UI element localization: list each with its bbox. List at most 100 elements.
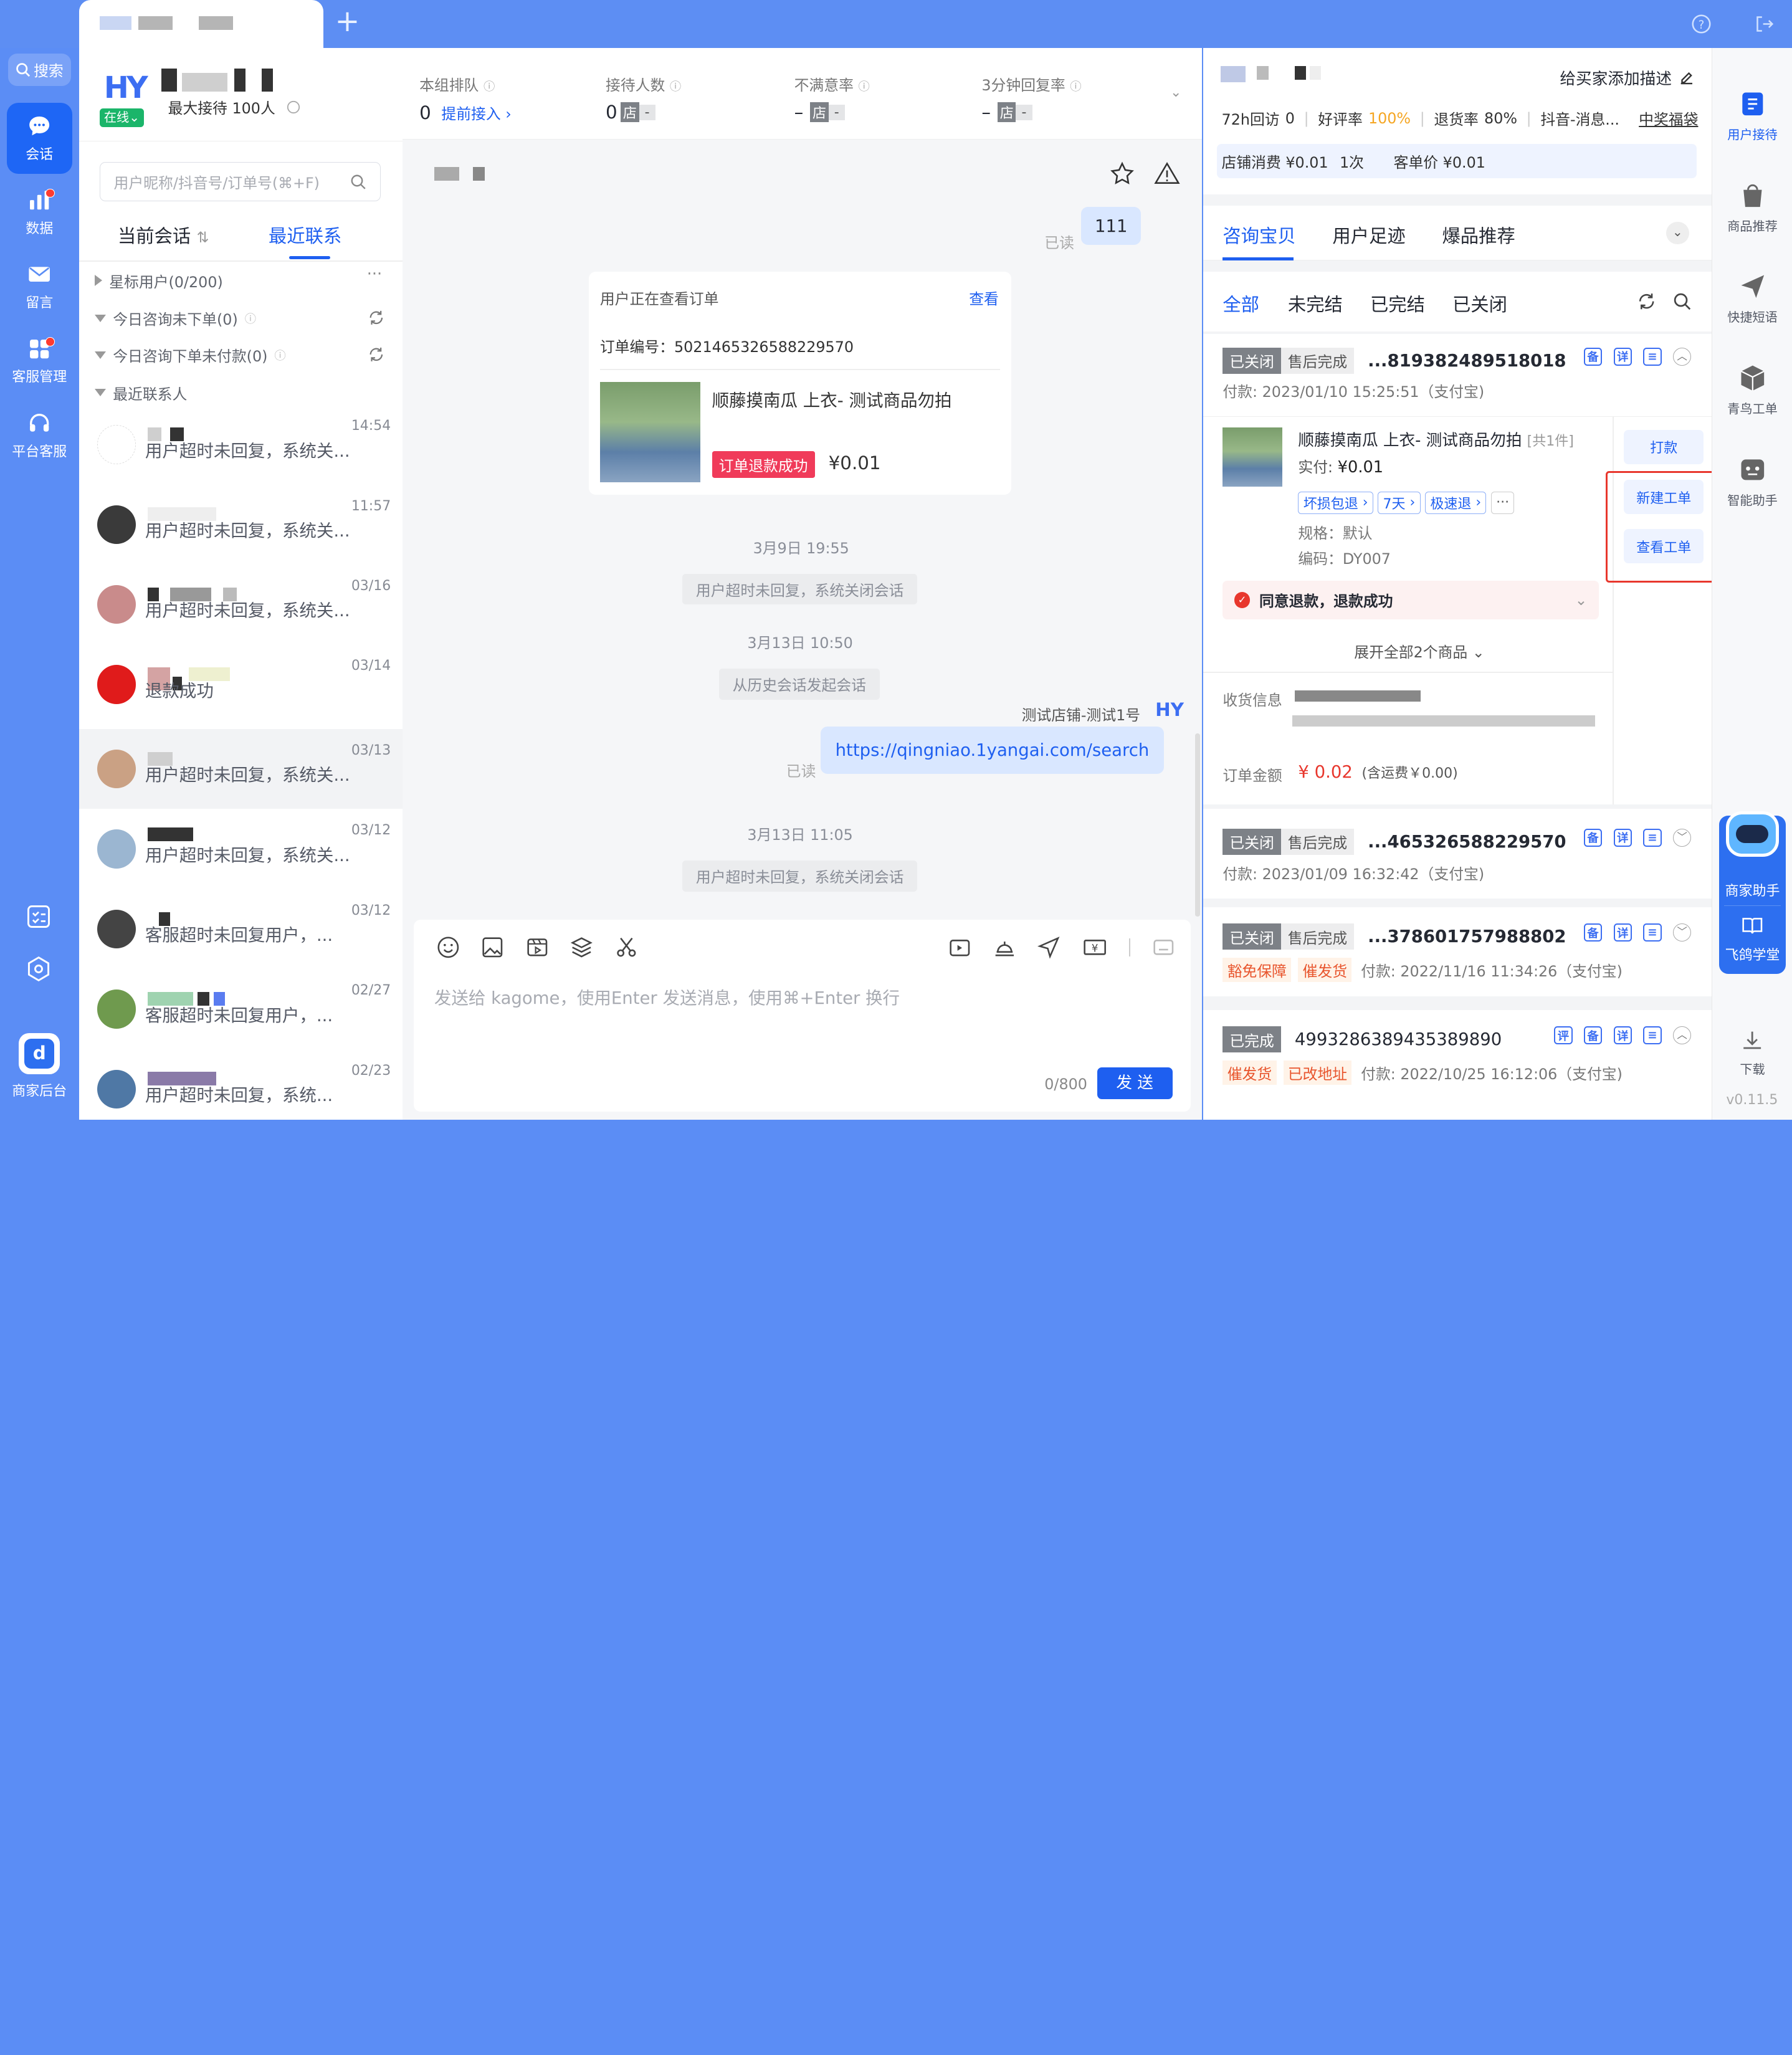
chat-scrollbar[interactable] [1195, 733, 1200, 917]
filter-all[interactable]: 全部 [1222, 290, 1259, 317]
group-no-order[interactable]: 今日咨询未下单(0) ⓘ [95, 307, 256, 329]
add-tab-button[interactable]: + [334, 6, 361, 37]
search-button[interactable]: 搜索 [7, 54, 71, 86]
conversation-item[interactable]: 14:54 用户超时未回复，系统关... [79, 404, 403, 484]
lucky-bag-link[interactable]: 中奖福袋 [1639, 107, 1698, 129]
pay-button[interactable]: 打款 [1624, 429, 1704, 464]
merchant-backend-button[interactable]: d 商家后台 [0, 1032, 79, 1100]
advance-connect-link[interactable]: 提前接入 [441, 105, 500, 123]
download-button[interactable]: 下载 [1712, 1029, 1792, 1078]
online-status-badge[interactable]: 在线⌄ [99, 108, 145, 127]
search-input[interactable]: 用户昵称/抖音号/订单号(⌘+F) [114, 171, 320, 193]
order-card[interactable]: 已关闭 售后完成 ...378601757988802 备详 ≡ ﹀ 豁免保障 催发… [1203, 907, 1712, 997]
star-icon[interactable] [1108, 160, 1136, 188]
tool-user-reception[interactable]: 用户接待 [1712, 89, 1792, 143]
tab-recent-contacts[interactable]: 最近联系 [269, 222, 341, 248]
chevron-down-icon[interactable]: ﹀ [1672, 923, 1692, 942]
nav-session[interactable]: 会话 [7, 103, 72, 174]
expand-products-button[interactable]: 展开全部2个商品 ⌄ [1354, 640, 1485, 662]
chevron-down-icon[interactable]: ﹀ [1672, 828, 1692, 847]
tool-product-recommend[interactable]: 商品推荐 [1712, 181, 1792, 234]
detail-icon[interactable]: 详 [1613, 1026, 1632, 1045]
note-icon[interactable]: 备 [1583, 923, 1603, 942]
tag-damage-refund[interactable]: 坏损包退 › [1298, 491, 1373, 515]
filter-closed[interactable]: 已关闭 [1452, 290, 1507, 317]
tab-consult-product[interactable]: 咨询宝贝 [1222, 222, 1295, 248]
list-icon[interactable]: ≡ [1643, 923, 1662, 942]
conversation-item[interactable]: 03/12 用户超时未回复，系统关... [79, 809, 403, 889]
help-icon[interactable]: ? [1691, 14, 1712, 34]
view-ticket-button[interactable]: 查看工单 [1624, 529, 1704, 564]
order-card[interactable]: 已关闭 售后完成 ...465326588229570 备详 ≡ ﹀ 付款: 202… [1203, 809, 1712, 899]
detail-icon[interactable]: 详 [1613, 347, 1632, 366]
note-icon[interactable]: 备 [1583, 1026, 1603, 1045]
refund-status-bar[interactable]: ✓ 同意退款，退款成功 ⌄ [1222, 580, 1599, 619]
tag-7days[interactable]: 7天 › [1378, 491, 1421, 515]
send-plane-icon[interactable] [1037, 936, 1060, 959]
group-unpaid[interactable]: 今日咨询下单未付款(0) ⓘ [95, 344, 286, 366]
add-description-button[interactable]: 给买家添加描述 [1560, 66, 1694, 89]
note-icon[interactable]: 备 [1583, 347, 1603, 366]
message-input[interactable]: 发送给 kagome，使用Enter 发送消息，使用⌘+Enter 换行 [434, 984, 900, 1009]
link-message[interactable]: https://qingniao.1yangai.com/search [820, 727, 1165, 775]
video-card-icon[interactable] [948, 936, 971, 959]
order-view-link[interactable]: 查看 [969, 287, 999, 308]
nav-cs-manage[interactable]: 客服管理 [0, 326, 79, 397]
nav-data[interactable]: 数据 [0, 177, 79, 248]
nav-message[interactable]: 留言 [0, 251, 79, 322]
tag-fast-refund[interactable]: 极速退 › [1424, 491, 1487, 515]
active-window-tab[interactable] [79, 0, 323, 49]
nav-platform-cs[interactable]: 平台客服 [0, 400, 79, 471]
list-icon[interactable]: ≡ [1643, 347, 1662, 366]
conversation-item-selected[interactable]: 03/13 用户超时未回复，系统关... [79, 729, 403, 809]
logout-icon[interactable] [1754, 14, 1775, 34]
assistant-widget[interactable]: 商家助手 飞鸽学堂 [1719, 811, 1786, 974]
service-bell-icon[interactable] [993, 936, 1016, 959]
chevron-down-icon[interactable]: ⌄ [1170, 85, 1181, 100]
tab-hot-products[interactable]: 爆品推荐 [1442, 222, 1515, 248]
new-ticket-button[interactable]: 新建工单 [1624, 480, 1704, 515]
conversation-item[interactable]: 03/12 客服超时未回复用户，... [79, 889, 403, 969]
conversation-item[interactable]: 03/14 退款成功 [79, 644, 403, 724]
conversation-item[interactable]: 03/16 用户超时未回复，系统关... [79, 565, 403, 644]
group-starred[interactable]: 星标用户(0/200) [95, 270, 223, 292]
group-recent[interactable]: 最近联系人 [95, 382, 187, 404]
detail-icon[interactable]: 详 [1613, 923, 1632, 942]
layers-icon[interactable] [570, 936, 593, 959]
conversation-item[interactable]: 11:57 用户超时未回复，系统关... [79, 485, 403, 565]
refresh-icon[interactable] [368, 310, 384, 326]
coupon-icon[interactable]: ¥ [1082, 936, 1107, 959]
filter-finished[interactable]: 已完结 [1370, 290, 1425, 317]
list-icon[interactable]: ≡ [1643, 828, 1662, 847]
tool-smart-assistant[interactable]: 智能助手 [1712, 455, 1792, 508]
checklist-icon[interactable] [25, 903, 52, 930]
image-icon[interactable] [481, 936, 504, 959]
order-card[interactable]: 已完成 4993286389435389890 评备详 ≡ ︿ 催发货 已改地址 … [1203, 1010, 1712, 1120]
emoji-icon[interactable] [437, 936, 460, 959]
conversation-item[interactable]: 02/23 用户超时未回复，系统... [79, 1049, 403, 1129]
note-icon[interactable]: 备 [1583, 828, 1603, 847]
tab-user-footprint[interactable]: 用户足迹 [1332, 222, 1405, 248]
send-button[interactable]: 发 送 [1097, 1067, 1173, 1100]
warning-icon[interactable] [1153, 160, 1181, 188]
filter-unfinished[interactable]: 未完结 [1288, 290, 1343, 317]
conversation-item[interactable]: 02/27 客服超时未回复用户，... [79, 969, 403, 1049]
more-tags-button[interactable]: ··· [1490, 491, 1515, 515]
conversation-search[interactable]: 用户昵称/抖音号/订单号(⌘+F) [99, 162, 381, 201]
detail-icon[interactable]: 详 [1613, 828, 1632, 847]
chevron-down-icon[interactable]: ⌄ [1666, 221, 1689, 245]
chevron-up-icon[interactable]: ︿ [1672, 347, 1692, 366]
tool-quick-phrases[interactable]: 快捷短语 [1712, 272, 1792, 325]
keyboard-icon[interactable] [1152, 936, 1175, 959]
list-icon[interactable]: ≡ [1643, 1026, 1662, 1045]
video-icon[interactable] [526, 936, 549, 959]
search-icon[interactable] [1673, 292, 1691, 310]
refresh-icon[interactable] [1637, 292, 1656, 310]
tab-current-session[interactable]: 当前会话 ⇅ [118, 222, 209, 248]
settings-icon[interactable] [25, 955, 52, 983]
scissors-icon[interactable] [615, 936, 638, 959]
more-icon[interactable]: ··· [367, 265, 382, 284]
refresh-icon[interactable] [368, 346, 384, 363]
tool-tickets[interactable]: 青鸟工单 [1712, 363, 1792, 417]
review-icon[interactable]: 评 [1554, 1026, 1573, 1045]
